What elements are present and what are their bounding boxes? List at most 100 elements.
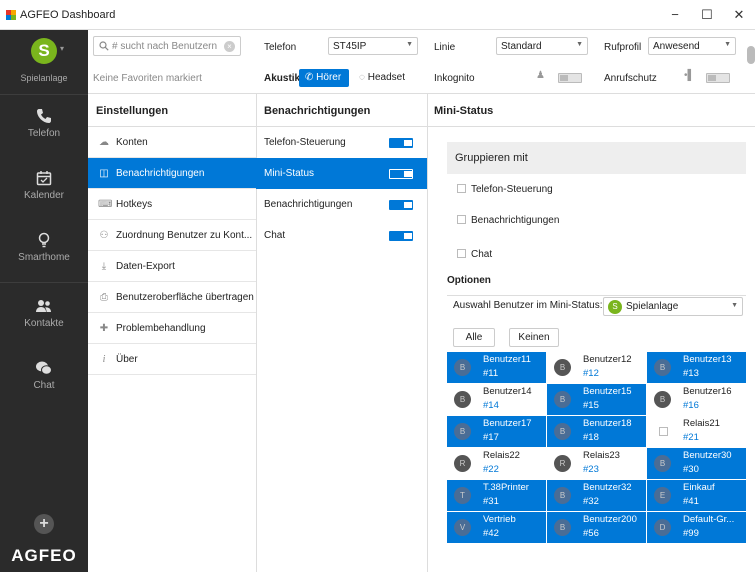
user-name: Relais22 (483, 450, 520, 461)
notification-item-telefon-steuerung[interactable]: Telefon-Steuerung (256, 127, 427, 158)
hoerer-button[interactable]: ✆ Hörer (299, 69, 349, 87)
agfeo-dashboard-window: { "window": {"title": "AGFEO Dashboard",… (0, 0, 755, 572)
notification-item-label: Mini-Status (264, 168, 315, 179)
notification-item-mini-status[interactable]: Mini-Status (256, 158, 427, 189)
linie-select[interactable]: Standard ▼ (496, 37, 588, 55)
anrufschutz-toggle[interactable] (706, 73, 730, 83)
maximize-button[interactable]: ☐ (692, 6, 722, 24)
user-number: #23 (583, 464, 599, 475)
sidebar-item-chat[interactable]: Chat (0, 348, 88, 410)
user-name: Default-Gr... (683, 514, 735, 525)
minimize-button[interactable]: − (660, 6, 690, 24)
settings-item-konten[interactable]: ☁ Konten (88, 127, 256, 158)
settings-item-label: Zuordnung Benutzer zu Kont... (116, 230, 253, 241)
avatar: B (554, 487, 571, 504)
user-number: #17 (483, 432, 499, 443)
user-tile[interactable]: V Vertrieb #42 (447, 512, 546, 543)
notification-item-benachrichtigungen[interactable]: Benachrichtigungen (256, 189, 427, 220)
group-telefon-steuerung-checkbox[interactable]: Telefon-Steuerung (457, 184, 553, 195)
settings-item-ui-transfer[interactable]: ⎙ Benutzeroberfläche übertragen (88, 282, 256, 313)
settings-item-label: Benachrichtigungen (116, 168, 205, 179)
user-tile[interactable]: B Benutzer13 #13 (647, 352, 746, 383)
user-number: #12 (583, 368, 599, 379)
add-button[interactable]: + (34, 514, 54, 534)
user-tile[interactable]: E Einkauf #41 (647, 480, 746, 511)
sidebar-item-smarthome[interactable]: Smarthome (0, 220, 88, 282)
user-tile[interactable]: B Benutzer18 #18 (547, 416, 646, 447)
group-benachrichtigungen-checkbox[interactable]: Benachrichtigungen (457, 215, 559, 226)
user-name: Benutzer14 (483, 386, 532, 397)
avatar: D (654, 519, 671, 536)
user-tile[interactable]: B Benutzer30 #30 (647, 448, 746, 479)
user-number: #22 (483, 464, 499, 475)
settings-item-hotkeys[interactable]: ⌨ Hotkeys (88, 189, 256, 220)
benachrichtigungen-toggle[interactable] (389, 200, 413, 210)
user-name: Spielanlage (20, 73, 68, 83)
avatar: B (454, 359, 471, 376)
phone-icon (37, 109, 51, 123)
anrufschutz-label: Anrufschutz (604, 73, 657, 84)
user-tile[interactable]: B Benutzer17 #17 (447, 416, 546, 447)
auswahl-user-select[interactable]: S Spielanlage ▼ (603, 297, 743, 316)
user-tile[interactable]: T T.38Printer #31 (447, 480, 546, 511)
sidebar-item-kontakte[interactable]: Kontakte (0, 286, 88, 348)
notification-item-chat[interactable]: Chat (256, 220, 427, 251)
transfer-icon: ⎙ (100, 292, 108, 303)
telefon-steuerung-toggle[interactable] (389, 138, 413, 148)
notifications-title: Benachrichtigungen (264, 105, 371, 117)
toolbar-scroll-handle[interactable] (747, 46, 755, 64)
mini-status-panel: Gruppieren mit Telefon-Steuerung Benachr… (427, 94, 755, 572)
telefon-select[interactable]: ST45IP ▼ (328, 37, 418, 55)
checkbox-label: Benachrichtigungen (471, 215, 560, 226)
user-switcher[interactable]: S ▾ Spielanlage (0, 30, 88, 95)
settings-item-ueber[interactable]: i Über (88, 344, 256, 375)
search-input[interactable]: # sucht nach Benutzern × (93, 36, 241, 56)
checkbox-label: Chat (471, 249, 493, 260)
user-tile[interactable]: R Relais23 #23 (547, 448, 646, 479)
group-chat-checkbox[interactable]: Chat (457, 249, 492, 260)
settings-item-label: Über (116, 354, 138, 365)
user-number: #11 (483, 368, 499, 379)
headset-button[interactable]: ◌ Headset (353, 69, 421, 87)
chat-toggle[interactable] (389, 231, 413, 241)
settings-item-zuordnung[interactable]: ⚇ Zuordnung Benutzer zu Kont... (88, 220, 256, 251)
user-number: #32 (583, 496, 599, 507)
sidebar-item-telefon[interactable]: Telefon (0, 96, 88, 158)
close-button[interactable]: ✕ (724, 6, 754, 24)
user-tile[interactable]: D Default-Gr... #99 (647, 512, 746, 543)
user-number: #16 (683, 400, 699, 411)
user-tile[interactable]: B Benutzer12 #12 (547, 352, 646, 383)
settings-item-benachrichtigungen[interactable]: ◫ Benachrichtigungen (88, 158, 256, 189)
toolbar: # sucht nach Benutzern × Keine Favoriten… (88, 30, 755, 94)
title-bar: AGFEO Dashboard − ☐ ✕ (0, 0, 755, 30)
group-with-header: Gruppieren mit (447, 142, 746, 174)
user-number: #42 (483, 528, 499, 539)
mini-status-toggle[interactable] (389, 169, 413, 179)
user-tile[interactable]: R Relais22 #22 (447, 448, 546, 479)
select-all-button[interactable]: Alle (453, 328, 495, 347)
settings-item-label: Problembehandlung (116, 323, 206, 334)
user-tile[interactable]: B Benutzer200 #56 (547, 512, 646, 543)
keyboard-icon: ⌨ (98, 199, 113, 210)
user-number: #31 (483, 496, 499, 507)
akustik-label: Akustik (264, 73, 301, 84)
user-tile[interactable]: Relais21 #21 (647, 416, 746, 447)
linie-select-value: Standard (501, 41, 542, 52)
user-tile[interactable]: B Benutzer11 #11 (447, 352, 546, 383)
inkognito-toggle[interactable] (558, 73, 582, 83)
settings-item-daten-export[interactable]: ⤓ Daten-Export (88, 251, 256, 282)
select-none-button[interactable]: Keinen (509, 328, 559, 347)
user-tile[interactable]: B Benutzer16 #16 (647, 384, 746, 415)
settings-item-problembehandlung[interactable]: ✚ Problembehandlung (88, 313, 256, 344)
user-tile[interactable]: B Benutzer14 #14 (447, 384, 546, 415)
user-name: Benutzer30 (683, 450, 732, 461)
calendar-icon (36, 171, 52, 186)
user-name: Benutzer17 (483, 418, 532, 429)
user-tile[interactable]: B Benutzer32 #32 (547, 480, 646, 511)
user-tile[interactable]: B Benutzer15 #15 (547, 384, 646, 415)
notification-item-label: Chat (264, 230, 286, 241)
clear-search-icon[interactable]: × (224, 41, 235, 52)
lightbulb-icon (38, 232, 50, 248)
rufprofil-select[interactable]: Anwesend ▼ (648, 37, 736, 55)
sidebar-item-kalender[interactable]: Kalender (0, 158, 88, 220)
